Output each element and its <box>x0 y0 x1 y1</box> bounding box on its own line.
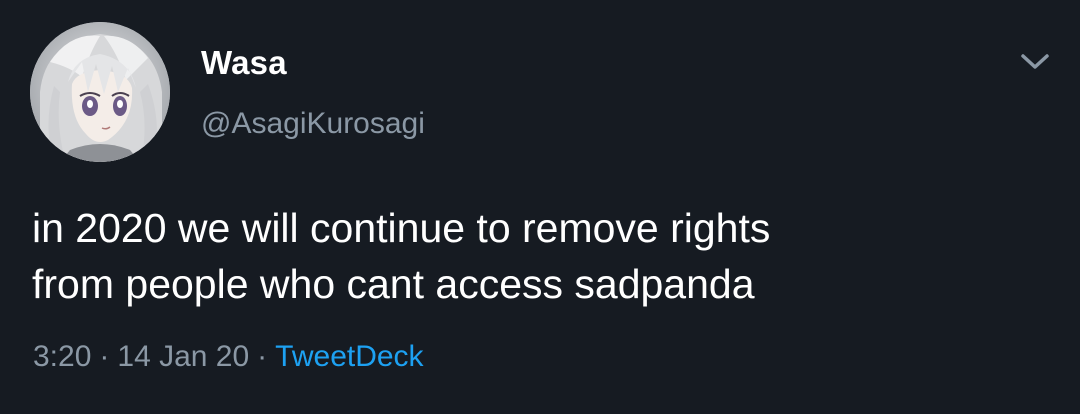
tweet-card: Wasa @AsagiKurosagi in 2020 we will cont… <box>0 0 1080 414</box>
tweet-text-line: in 2020 we will continue to remove right… <box>32 205 771 251</box>
author-display-name[interactable]: Wasa <box>201 44 287 82</box>
author-handle[interactable]: @AsagiKurosagi <box>201 107 425 141</box>
meta-separator: · <box>257 340 268 373</box>
tweet-text-line: from people who cant access sadpanda <box>32 261 755 307</box>
tweet-time[interactable]: 3:20 <box>33 340 91 373</box>
anime-avatar-image <box>30 22 170 162</box>
tweet-source-link[interactable]: TweetDeck <box>275 340 423 373</box>
meta-separator: · <box>99 340 110 373</box>
tweet-meta: 3:20 · 14 Jan 20 · TweetDeck <box>33 340 424 374</box>
chevron-down-icon <box>1021 54 1049 69</box>
tweet-menu-button[interactable] <box>1014 46 1056 78</box>
tweet-date[interactable]: 14 Jan 20 <box>117 340 249 373</box>
avatar[interactable] <box>30 22 170 162</box>
tweet-text: in 2020 we will continue to remove right… <box>32 200 1052 312</box>
